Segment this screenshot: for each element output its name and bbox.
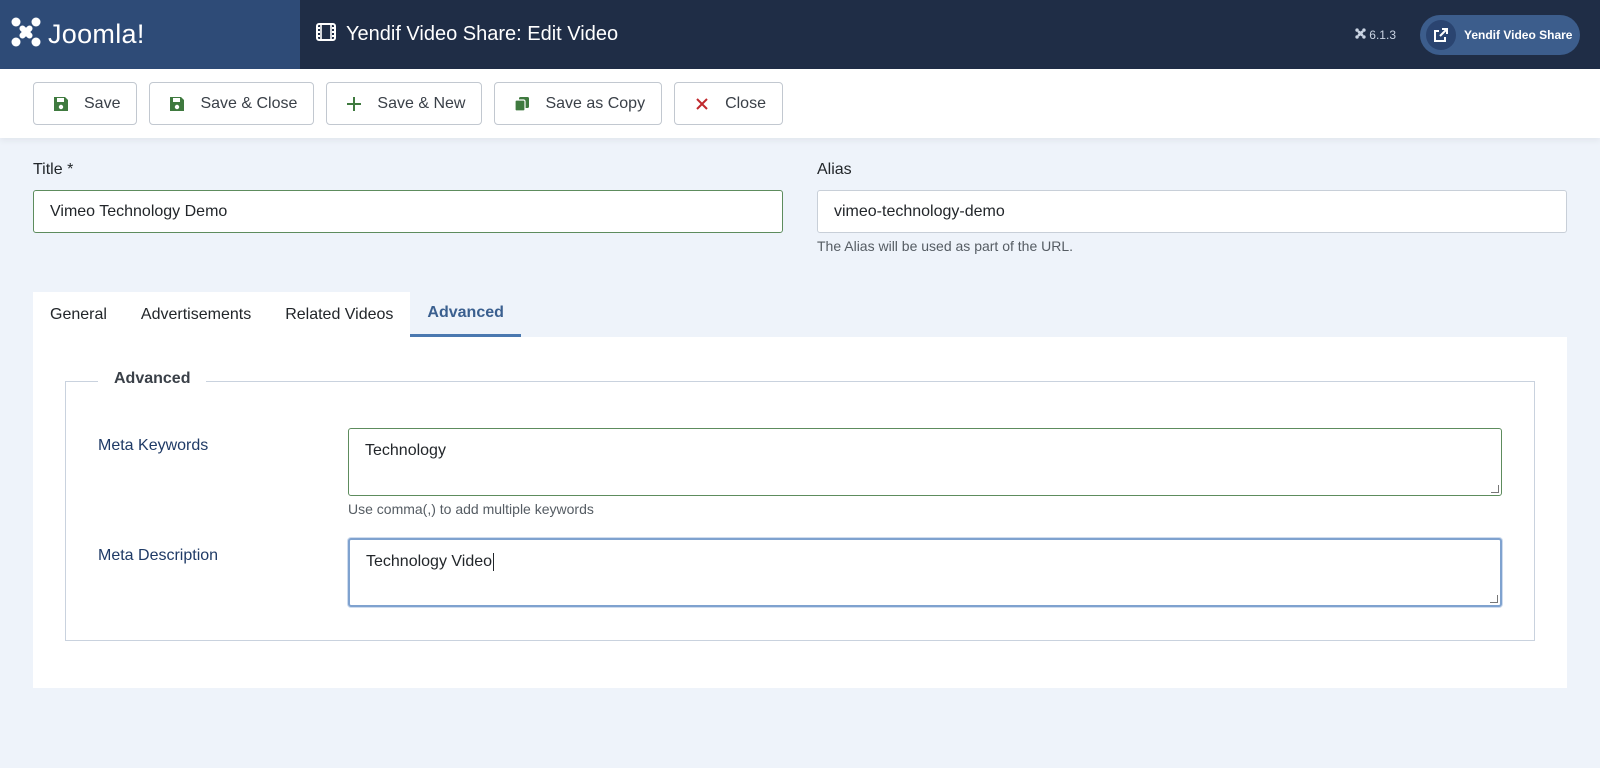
close-label: Close	[725, 94, 766, 112]
version-number: 6.1.3	[1369, 27, 1396, 42]
alias-label: Alias	[817, 161, 852, 178]
title-input[interactable]	[33, 190, 783, 233]
logo-area[interactable]: Joomla!	[0, 0, 300, 69]
advanced-fieldset: Advanced Meta Keywords Technology Use co…	[65, 370, 1535, 641]
save-label: Save	[84, 94, 121, 112]
tab-advertisements[interactable]: Advertisements	[124, 292, 268, 337]
meta-description-label: Meta Description	[98, 547, 219, 564]
close-icon	[693, 95, 711, 113]
external-link-icon	[1426, 19, 1456, 50]
tab-related-videos[interactable]: Related Videos	[268, 292, 410, 337]
close-button[interactable]: Close	[674, 82, 783, 125]
toolbar: Save Save & Close Save & New Save as Cop…	[0, 69, 1600, 138]
floppy-disk-icon	[52, 95, 70, 113]
floppy-disk-icon	[168, 95, 186, 113]
copy-icon	[513, 95, 531, 113]
tab-panel-advanced: Advanced Meta Keywords Technology Use co…	[33, 337, 1567, 688]
fieldset-legend: Advanced	[98, 370, 207, 388]
tab-bar: General Advertisements Related Videos Ad…	[33, 292, 521, 337]
save-copy-button[interactable]: Save as Copy	[494, 82, 663, 125]
film-icon	[316, 23, 336, 46]
save-close-button[interactable]: Save & Close	[149, 82, 315, 125]
joomla-logo-icon	[10, 16, 42, 53]
external-site-button[interactable]: Yendif Video Share	[1420, 14, 1580, 55]
external-site-label: Yendif Video Share	[1464, 27, 1573, 42]
meta-keywords-hint: Use comma(,) to add multiple keywords	[348, 501, 594, 517]
save-copy-label: Save as Copy	[545, 94, 646, 112]
alias-hint: The Alias will be used as part of the UR…	[817, 238, 1074, 254]
plus-icon	[345, 95, 363, 113]
resize-grip-icon[interactable]	[1491, 485, 1499, 493]
resize-grip-icon[interactable]	[1490, 595, 1498, 603]
tab-advanced[interactable]: Advanced	[410, 292, 521, 337]
text-caret	[493, 553, 495, 571]
joomla-small-icon	[1355, 27, 1366, 42]
page-title: Yendif Video Share: Edit Video	[346, 23, 619, 45]
meta-description-textarea[interactable]: Technology Video	[348, 538, 1502, 607]
page-title-wrap: Yendif Video Share: Edit Video	[316, 23, 618, 46]
title-label: Title *	[33, 161, 74, 178]
save-button[interactable]: Save	[33, 82, 138, 125]
logo-text: Joomla!	[48, 19, 145, 49]
header-right: 6.1.3 Yendif Video Share	[1355, 0, 1580, 69]
tab-general[interactable]: General	[33, 292, 124, 337]
version-info: 6.1.3	[1355, 28, 1396, 42]
save-close-label: Save & Close	[200, 94, 298, 112]
alias-input[interactable]	[817, 190, 1567, 233]
meta-keywords-value: Technology	[365, 442, 446, 459]
meta-keywords-label: Meta Keywords	[98, 437, 209, 454]
save-new-label: Save & New	[377, 94, 466, 112]
top-header: Joomla! Yendif Video Share: Edit Video 6…	[0, 0, 1600, 69]
save-new-button[interactable]: Save & New	[326, 82, 483, 125]
meta-keywords-textarea[interactable]: Technology	[348, 428, 1502, 496]
meta-description-value: Technology Video	[366, 553, 493, 571]
